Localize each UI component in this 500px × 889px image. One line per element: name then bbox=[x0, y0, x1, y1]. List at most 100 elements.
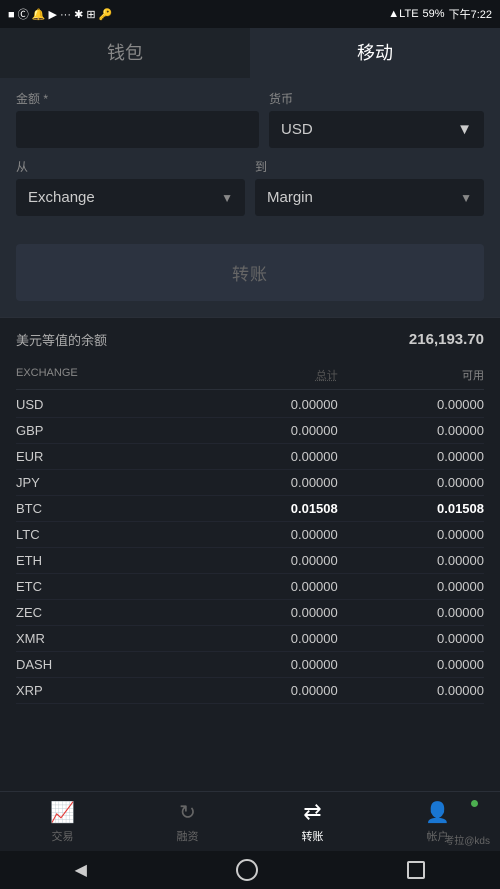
td-total: 0.00000 bbox=[192, 579, 338, 594]
td-currency: BTC bbox=[16, 501, 192, 516]
transfer-button[interactable]: 转账 bbox=[16, 244, 484, 301]
balance-section: 美元等值的余额 216,193.70 bbox=[0, 317, 500, 361]
th-available: 可用 bbox=[338, 367, 484, 383]
td-available: 0.00000 bbox=[338, 449, 484, 464]
back-button[interactable]: ◀ bbox=[75, 860, 87, 880]
td-available: 0.00000 bbox=[338, 553, 484, 568]
nav-item-transfer[interactable]: ⇄ 转账 bbox=[250, 792, 375, 851]
account-dot bbox=[471, 800, 478, 807]
to-select[interactable]: Margin ▼ bbox=[255, 179, 484, 216]
to-value: Margin bbox=[267, 189, 313, 206]
td-currency: DASH bbox=[16, 657, 192, 672]
nav-item-finance[interactable]: ↻ 融资 bbox=[125, 792, 250, 851]
from-value: Exchange bbox=[28, 189, 95, 206]
transfer-btn-wrapper: 转账 bbox=[0, 232, 500, 317]
table-row: GBP0.000000.00000 bbox=[16, 418, 484, 444]
td-available: 0.00000 bbox=[338, 527, 484, 542]
td-total: 0.00000 bbox=[192, 475, 338, 490]
transfer-icon: ⇄ bbox=[303, 799, 321, 825]
table-row: DASH0.000000.00000 bbox=[16, 652, 484, 678]
table-row: XMR0.000000.00000 bbox=[16, 626, 484, 652]
table-row: XRP0.000000.00000 bbox=[16, 678, 484, 704]
balance-label: 美元等值的余额 bbox=[16, 330, 107, 349]
to-label: 到 bbox=[255, 158, 484, 175]
table-row: ZEC0.000000.00000 bbox=[16, 600, 484, 626]
td-available: 0.00000 bbox=[338, 423, 484, 438]
status-left: ■ Ⓒ 🔔 ▶ ··· ✱ ⊞ 🔑 bbox=[8, 6, 112, 22]
amount-input[interactable] bbox=[16, 111, 259, 148]
from-to-row: 从 Exchange ▼ 到 Margin ▼ bbox=[16, 158, 484, 216]
to-chevron-icon: ▼ bbox=[460, 191, 472, 205]
currency-value: USD bbox=[281, 121, 313, 138]
table-row: JPY0.000000.00000 bbox=[16, 470, 484, 496]
watermark: 考拉@kds bbox=[444, 832, 490, 847]
td-total: 0.00000 bbox=[192, 605, 338, 620]
td-currency: XMR bbox=[16, 631, 192, 646]
to-col: 到 Margin ▼ bbox=[255, 158, 484, 216]
signal-icon: ▲LTE bbox=[388, 8, 418, 20]
nav-label-finance: 融资 bbox=[177, 828, 199, 844]
td-currency: ZEC bbox=[16, 605, 192, 620]
battery-value: 59% bbox=[423, 8, 445, 20]
td-available: 0.00000 bbox=[338, 605, 484, 620]
chevron-down-icon: ▼ bbox=[457, 121, 472, 138]
table-body: USD0.000000.00000GBP0.000000.00000EUR0.0… bbox=[16, 392, 484, 704]
status-bar: ■ Ⓒ 🔔 ▶ ··· ✱ ⊞ 🔑 ▲LTE 59% 下午7:22 bbox=[0, 0, 500, 28]
td-currency: JPY bbox=[16, 475, 192, 490]
sys-nav: ◀ bbox=[0, 851, 500, 889]
th-total: 总计 bbox=[192, 367, 338, 383]
td-total: 0.00000 bbox=[192, 449, 338, 464]
td-available: 0.00000 bbox=[338, 397, 484, 412]
currency-select[interactable]: USD ▼ bbox=[269, 111, 484, 148]
td-currency: USD bbox=[16, 397, 192, 412]
td-total: 0.00000 bbox=[192, 631, 338, 646]
td-available: 0.00000 bbox=[338, 657, 484, 672]
nav-item-trade[interactable]: 📈 交易 bbox=[0, 792, 125, 851]
td-currency: GBP bbox=[16, 423, 192, 438]
from-chevron-icon: ▼ bbox=[221, 191, 233, 205]
td-available: 0.00000 bbox=[338, 631, 484, 646]
bottom-nav: 📈 交易 ↻ 融资 ⇄ 转账 👤 帐户 bbox=[0, 791, 500, 851]
td-available: 0.00000 bbox=[338, 683, 484, 698]
table-section: EXCHANGE 总计 可用 USD0.000000.00000GBP0.000… bbox=[0, 361, 500, 704]
amount-label: 金额 * bbox=[16, 90, 259, 107]
td-currency: ETH bbox=[16, 553, 192, 568]
td-available: 0.01508 bbox=[338, 501, 484, 516]
table-header: EXCHANGE 总计 可用 bbox=[16, 361, 484, 390]
tab-wallet[interactable]: 钱包 bbox=[0, 28, 250, 78]
table-row: LTC0.000000.00000 bbox=[16, 522, 484, 548]
table-row: ETH0.000000.00000 bbox=[16, 548, 484, 574]
currency-col: 货币 USD ▼ bbox=[269, 90, 484, 148]
status-icons: ■ Ⓒ 🔔 ▶ ··· ✱ ⊞ 🔑 bbox=[8, 6, 112, 22]
td-total: 0.00000 bbox=[192, 527, 338, 542]
nav-label-trade: 交易 bbox=[52, 828, 74, 844]
nav-label-transfer: 转账 bbox=[302, 828, 324, 844]
home-button[interactable] bbox=[236, 859, 258, 881]
recents-button[interactable] bbox=[407, 861, 425, 879]
td-total: 0.00000 bbox=[192, 683, 338, 698]
finance-icon: ↻ bbox=[179, 800, 196, 825]
td-total: 0.00000 bbox=[192, 553, 338, 568]
td-total: 0.00000 bbox=[192, 423, 338, 438]
table-row: EUR0.000000.00000 bbox=[16, 444, 484, 470]
from-select[interactable]: Exchange ▼ bbox=[16, 179, 245, 216]
account-icon: 👤 bbox=[425, 800, 450, 825]
td-currency: LTC bbox=[16, 527, 192, 542]
amount-field-col: 金额 * bbox=[16, 90, 259, 148]
td-currency: ETC bbox=[16, 579, 192, 594]
td-currency: EUR bbox=[16, 449, 192, 464]
table-row: USD0.000000.00000 bbox=[16, 392, 484, 418]
form-section: 金额 * 货币 USD ▼ 从 Exchange ▼ 到 Margin ▼ bbox=[0, 78, 500, 232]
trade-icon: 📈 bbox=[50, 800, 75, 825]
currency-label: 货币 bbox=[269, 90, 484, 107]
from-col: 从 Exchange ▼ bbox=[16, 158, 245, 216]
table-row: ETC0.000000.00000 bbox=[16, 574, 484, 600]
table-row: BTC0.015080.01508 bbox=[16, 496, 484, 522]
tab-transfer-top[interactable]: 移动 bbox=[250, 28, 500, 78]
td-total: 0.00000 bbox=[192, 657, 338, 672]
status-right: ▲LTE 59% 下午7:22 bbox=[388, 6, 492, 22]
top-tab-bar: 钱包 移动 bbox=[0, 28, 500, 78]
time-display: 下午7:22 bbox=[449, 6, 492, 22]
from-label: 从 bbox=[16, 158, 245, 175]
td-currency: XRP bbox=[16, 683, 192, 698]
